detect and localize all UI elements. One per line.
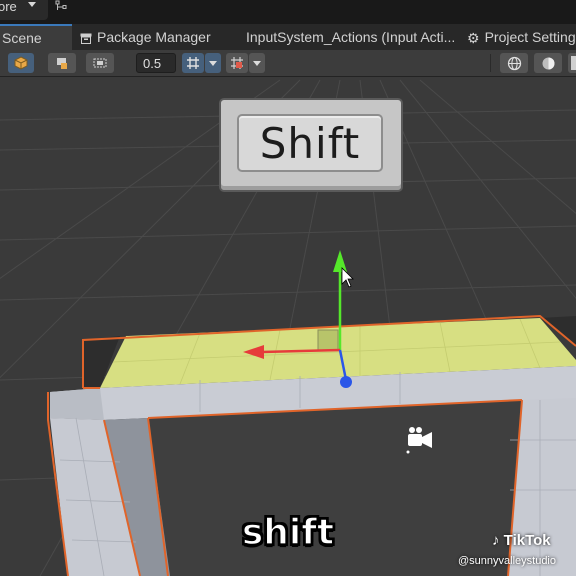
creator-handle: @sunnyvalleystudio (458, 555, 556, 567)
beam-side-face (50, 388, 104, 420)
tab-inputsystem-actions[interactable]: InputSystem_Actions (Input Acti... (246, 24, 455, 50)
z-axis-arrow[interactable] (340, 376, 352, 388)
tiktok-brand: ♪ TikTok (492, 532, 551, 549)
tab-project-settings-label: Project Settings (484, 29, 576, 45)
snap-settings-icon (231, 57, 243, 69)
snap-increment-field[interactable]: 0.5 (136, 53, 176, 73)
rect-tool-button[interactable] (86, 53, 114, 73)
gear-icon: ⚙ (467, 30, 480, 47)
chevron-down-icon[interactable] (28, 2, 36, 7)
grid-snap-button[interactable] (182, 53, 204, 73)
snap-settings-button[interactable] (226, 53, 248, 73)
tab-inputsystem-actions-label: InputSystem_Actions (Input Acti... (246, 29, 456, 45)
shading-icon (571, 56, 576, 70)
globe-icon (507, 56, 521, 70)
shading-mode-button[interactable] (534, 53, 562, 73)
tiktok-logo-icon: ♪ (492, 532, 500, 549)
orientation-button[interactable] (500, 53, 528, 73)
cube-tool-button[interactable] (8, 53, 34, 73)
chevron-down-icon (209, 60, 217, 66)
top-strip: ore (0, 0, 576, 24)
chevron-down-icon (253, 60, 261, 66)
tab-package-manager-label: Package Manager (97, 29, 211, 45)
scene-toolbar: 0.5 (0, 50, 576, 77)
plane-handle[interactable] (317, 329, 339, 351)
store-menu-label: ore (0, 0, 17, 14)
subtitle-caption: shift (241, 511, 335, 554)
store-menu[interactable]: ore (0, 0, 48, 20)
mouse-cursor-icon (341, 267, 354, 288)
grid-snap-dropdown[interactable] (205, 53, 221, 73)
tab-bar: Scene Package Manager InputSystem_Action… (0, 24, 576, 51)
sphere-icon (542, 57, 554, 69)
cube-tool-icon (14, 56, 28, 70)
tab-package-manager[interactable]: Package Manager (80, 24, 211, 50)
grid-snap-icon (187, 57, 199, 69)
rect-tool-icon (93, 58, 107, 68)
keycap-face: Shift (237, 114, 383, 172)
keycap-shift: Shift (219, 98, 403, 192)
hand-tool-button[interactable] (48, 53, 76, 73)
toolbar-divider (490, 54, 491, 72)
tab-scene[interactable]: Scene (0, 24, 72, 50)
snap-increment-value: 0.5 (143, 56, 162, 71)
tab-scene-label: Scene (2, 30, 42, 46)
hand-tool-icon (57, 58, 67, 69)
package-icon (80, 33, 92, 44)
keycap-label: Shift (259, 118, 361, 168)
shading-icon-button[interactable] (568, 53, 576, 73)
tab-project-settings[interactable]: ⚙ Project Settings (467, 24, 576, 50)
y-axis-arrow[interactable] (333, 250, 347, 272)
hierarchy-icon[interactable] (55, 0, 71, 12)
tiktok-brand-label: TikTok (503, 532, 551, 549)
snap-settings-dropdown[interactable] (249, 53, 265, 73)
